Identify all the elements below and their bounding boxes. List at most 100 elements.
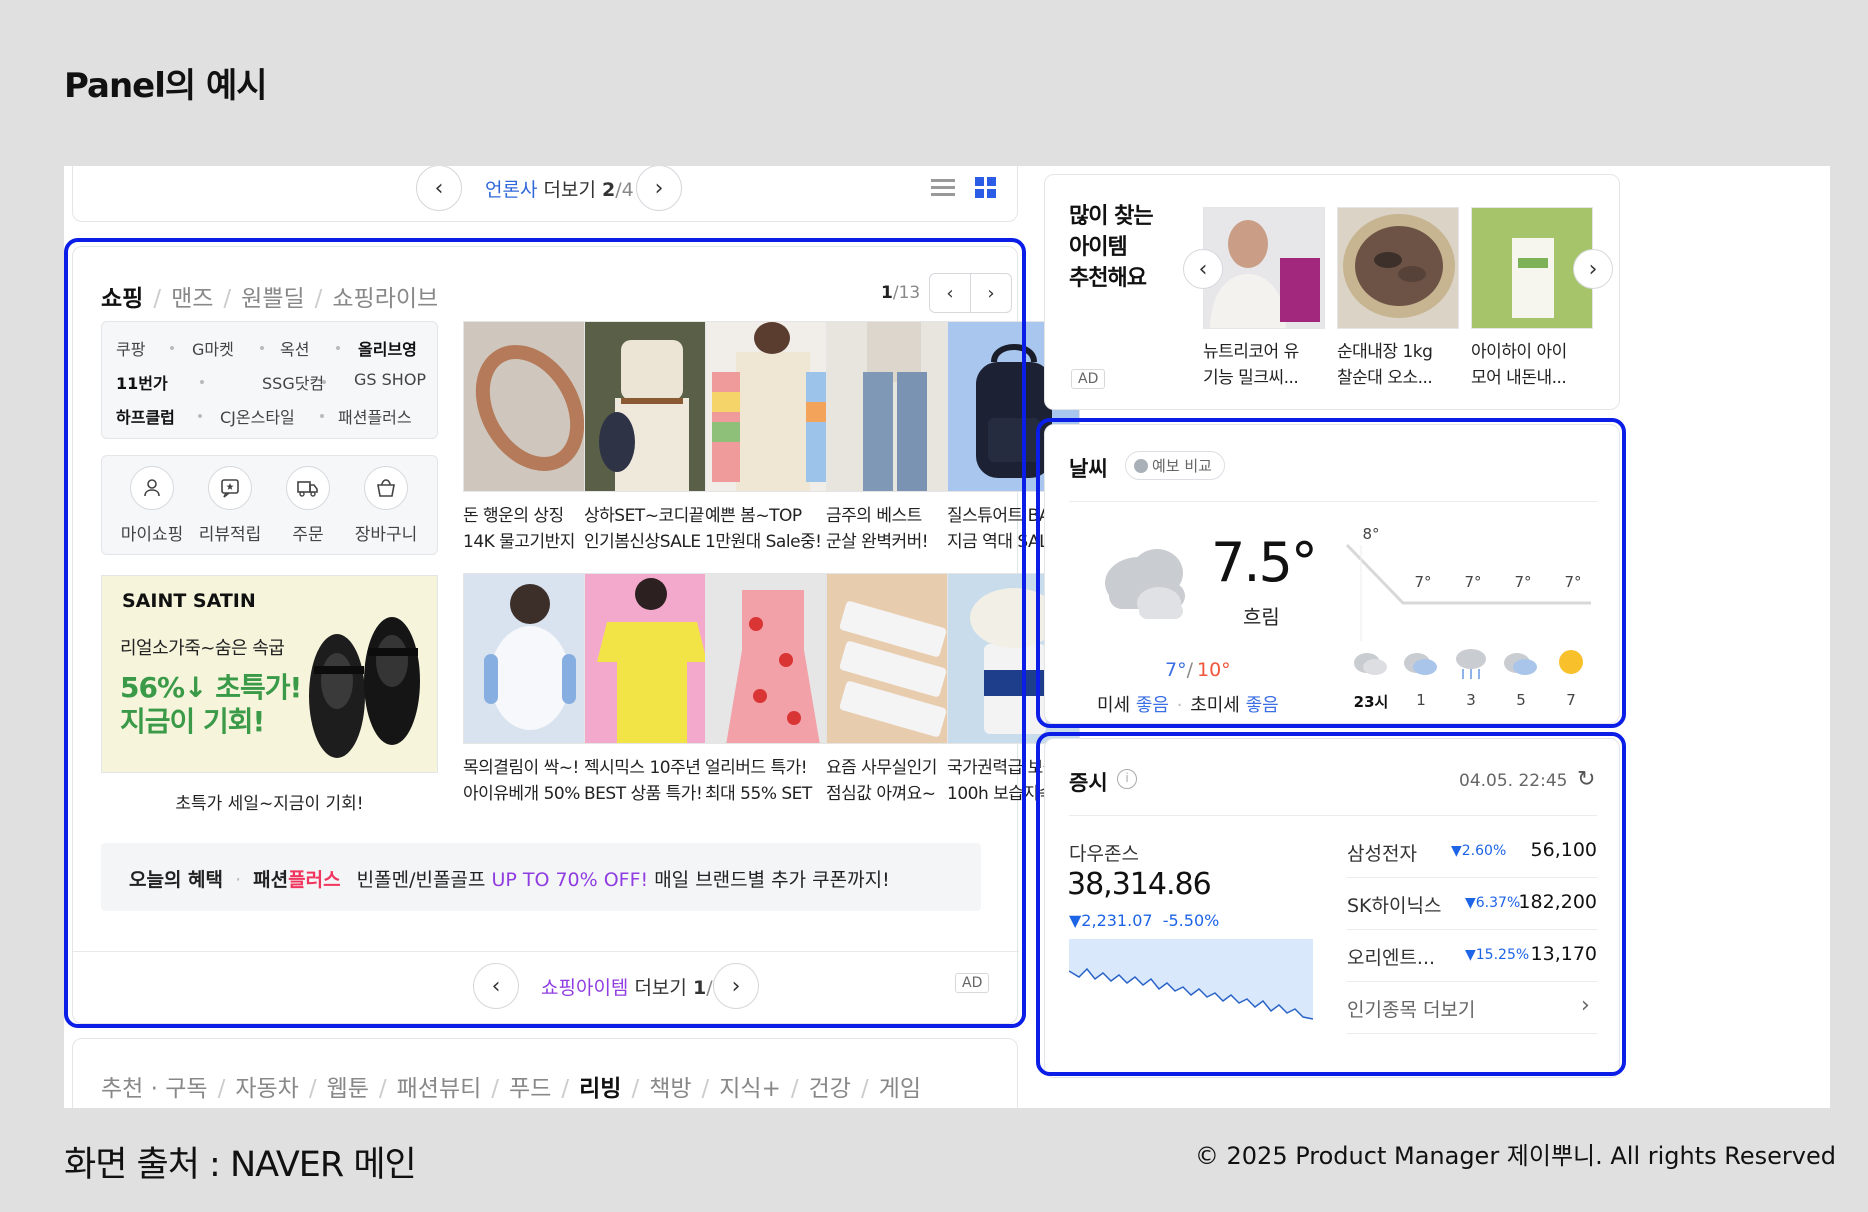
naver-main-screenshot: ‹ 언론사 더보기 2/4 › 쇼핑 / 맨즈 / 원쁠딜 / 쇼핑라이브 1/13 ‹ › — [64, 166, 1830, 1108]
forecast-compare-button[interactable]: 예보 비교 — [1125, 451, 1225, 480]
mall-link[interactable]: 올리브영 — [358, 336, 417, 360]
weather-condition: 흐림 — [1243, 605, 1280, 629]
shopping-more-link[interactable]: 쇼핑아이템 더보기 1/13 — [541, 973, 737, 1000]
info-icon[interactable]: i — [1117, 769, 1137, 789]
current-temperature: 7.5° — [1211, 531, 1318, 594]
product-caption[interactable]: 상하SET~코디끝 인기봄신상SALE — [584, 503, 724, 555]
product-caption[interactable]: 예쁜 봄~TOP 1만원대 Sale중! — [705, 503, 845, 555]
shopping-tabs: 쇼핑 / 맨즈 / 원쁠딜 / 쇼핑라이브 — [101, 286, 439, 312]
index-name[interactable]: 다우존스 — [1069, 839, 1139, 866]
weather-title: 날씨 — [1069, 457, 1108, 481]
tab-category[interactable]: 건강 — [809, 1076, 851, 1102]
tab-category[interactable]: 추천 · 구독 — [101, 1076, 208, 1102]
tab-shopping[interactable]: 쇼핑 — [101, 286, 143, 312]
product-thumb[interactable] — [584, 573, 717, 744]
press-more-link[interactable]: 언론사 더보기 2/4 — [485, 175, 634, 202]
shopping-basket-icon[interactable] — [364, 466, 408, 510]
recommend-next-button[interactable]: › — [1573, 249, 1613, 289]
press-prev-button[interactable]: ‹ — [416, 166, 462, 211]
tab-category[interactable]: 자동차 — [235, 1076, 298, 1102]
tab-category[interactable]: 패션뷰티 — [397, 1076, 482, 1102]
separator-dot — [322, 380, 326, 384]
product-thumb[interactable] — [705, 321, 838, 492]
user-icon[interactable] — [130, 466, 174, 510]
index-sparkline-chart — [1069, 939, 1313, 1020]
stock-name[interactable]: 오리엔트... — [1347, 943, 1435, 970]
product-thumb[interactable] — [463, 321, 596, 492]
product-caption[interactable]: 요즘 사무실인기 점심값 아껴요~ — [826, 755, 966, 807]
product-caption[interactable]: 금주의 베스트 군살 완벽커버! — [826, 503, 966, 555]
mall-link[interactable]: CJ온스타일 — [220, 404, 295, 428]
low-high-temperature: 7°/10° — [1165, 659, 1231, 681]
cloudy-weather-icon — [1105, 549, 1185, 619]
cart-label[interactable]: 장바구니 — [346, 520, 426, 545]
hourly-temp: 7° — [1414, 573, 1432, 591]
tab-category[interactable]: 웹툰 — [327, 1076, 369, 1102]
review-icon[interactable] — [208, 466, 252, 510]
hourly-time: 3 — [1466, 691, 1476, 709]
order-label[interactable]: 주문 — [268, 520, 348, 545]
recommend-item-caption[interactable]: 뉴트리코어 유 기능 밀크씨... — [1203, 339, 1333, 391]
mall-link[interactable]: SSG닷컴 — [262, 370, 324, 394]
tab-category-active[interactable]: 리빙 — [579, 1076, 621, 1102]
benefit-brand: 패션플러스 — [253, 869, 341, 891]
recommend-item-caption[interactable]: 순대내장 1kg 찰순대 오소... — [1337, 339, 1467, 391]
chevron-left-icon: ‹ — [491, 973, 501, 999]
mall-link[interactable]: G마켓 — [192, 336, 234, 360]
product-thumb[interactable] — [826, 573, 959, 744]
product-caption[interactable]: 돈 행운의 상징 14K 물고기반지 — [463, 503, 603, 555]
category-tabs: 추천 · 구독 / 자동차 / 웹툰 / 패션뷰티 / 푸드 / 리빙 / 책방 / 지식+ / 건강 / 게임 — [72, 1038, 1018, 1108]
shopping-more-prev-button[interactable]: ‹ — [473, 963, 519, 1009]
cloud-icon — [1354, 653, 1387, 675]
shopping-prev-button[interactable]: ‹ — [929, 273, 971, 313]
product-thumb[interactable] — [705, 573, 838, 744]
rain-icon — [1456, 649, 1486, 679]
recommend-item-caption[interactable]: 아이하이 아이 모어 내돈내... — [1471, 339, 1601, 391]
banner-line3: 지금이 기회! — [120, 705, 265, 738]
mall-link[interactable]: 쿠팡 — [116, 336, 145, 360]
mall-link[interactable]: 하프클럽 — [116, 404, 175, 428]
chevron-right-icon: › — [987, 282, 995, 304]
delivery-truck-icon[interactable] — [286, 466, 330, 510]
chevron-right-icon[interactable]: › — [1581, 993, 1590, 1018]
press-next-button[interactable]: › — [636, 166, 682, 211]
list-view-icon[interactable] — [931, 177, 955, 197]
hourly-time: 1 — [1416, 691, 1426, 709]
grid-view-icon[interactable] — [975, 177, 997, 199]
recommend-item-image[interactable] — [1337, 207, 1459, 329]
review-reward-label[interactable]: 리뷰적립 — [190, 520, 270, 545]
tab-category[interactable]: 지식+ — [719, 1076, 781, 1102]
product-caption[interactable]: 얼리버드 특가! 최대 55% SET — [705, 755, 845, 807]
recommend-prev-button[interactable]: ‹ — [1183, 249, 1223, 289]
refresh-icon[interactable]: ↻ — [1577, 767, 1595, 792]
mall-link[interactable]: 11번가 — [116, 370, 168, 394]
product-thumb[interactable] — [584, 321, 717, 492]
my-shopping-label[interactable]: 마이쇼핑 — [112, 520, 192, 545]
product-caption[interactable]: 목의결림이 싹~! 아이유베개 50% — [463, 755, 603, 807]
tab-shoppinglive[interactable]: 쇼핑라이브 — [332, 286, 438, 312]
shopping-more-next-button[interactable]: › — [713, 963, 759, 1009]
product-thumb[interactable] — [463, 573, 596, 744]
tab-category[interactable]: 푸드 — [509, 1076, 551, 1102]
product-thumb[interactable] — [826, 321, 959, 492]
popular-stocks-link[interactable]: 인기종목 더보기 — [1347, 995, 1475, 1022]
banner-caption[interactable]: 초특가 세일~지금이 기회! — [101, 789, 438, 814]
banner-ad[interactable]: SAINT SATIN 리얼소가죽~숨은 속굽 56%↓ 초특가! 지금이 기회… — [101, 575, 438, 773]
mall-link[interactable]: 옥션 — [280, 336, 309, 360]
product-caption[interactable]: 젝시믹스 10주년 BEST 상품 특가! — [584, 755, 724, 807]
stock-name[interactable]: SK하이닉스 — [1347, 891, 1441, 918]
tab-category[interactable]: 책방 — [649, 1076, 691, 1102]
shopping-next-button[interactable]: › — [970, 273, 1012, 313]
tab-mens[interactable]: 맨즈 — [171, 286, 213, 312]
stock-price: 182,200 — [1518, 891, 1597, 913]
mall-link[interactable]: GS SHOP — [354, 370, 426, 389]
todays-benefit-bar[interactable]: 오늘의 혜택 · 패션플러스 빈폴멘/빈폴골프 UP TO 70% OFF! 매… — [101, 843, 981, 911]
tab-oneplusdeal[interactable]: 원쁠딜 — [241, 286, 304, 312]
mall-link[interactable]: 패션플러스 — [338, 404, 412, 428]
my-shopping-links: 마이쇼핑 리뷰적립 주문 장바구니 — [101, 455, 438, 555]
stock-name[interactable]: 삼성전자 — [1347, 839, 1417, 866]
sun-icon — [1559, 650, 1583, 674]
stock-timestamp: 04.05. 22:45 — [1459, 771, 1568, 791]
tab-category[interactable]: 게임 — [879, 1076, 921, 1102]
stock-rate: ▼15.25% — [1465, 947, 1530, 963]
